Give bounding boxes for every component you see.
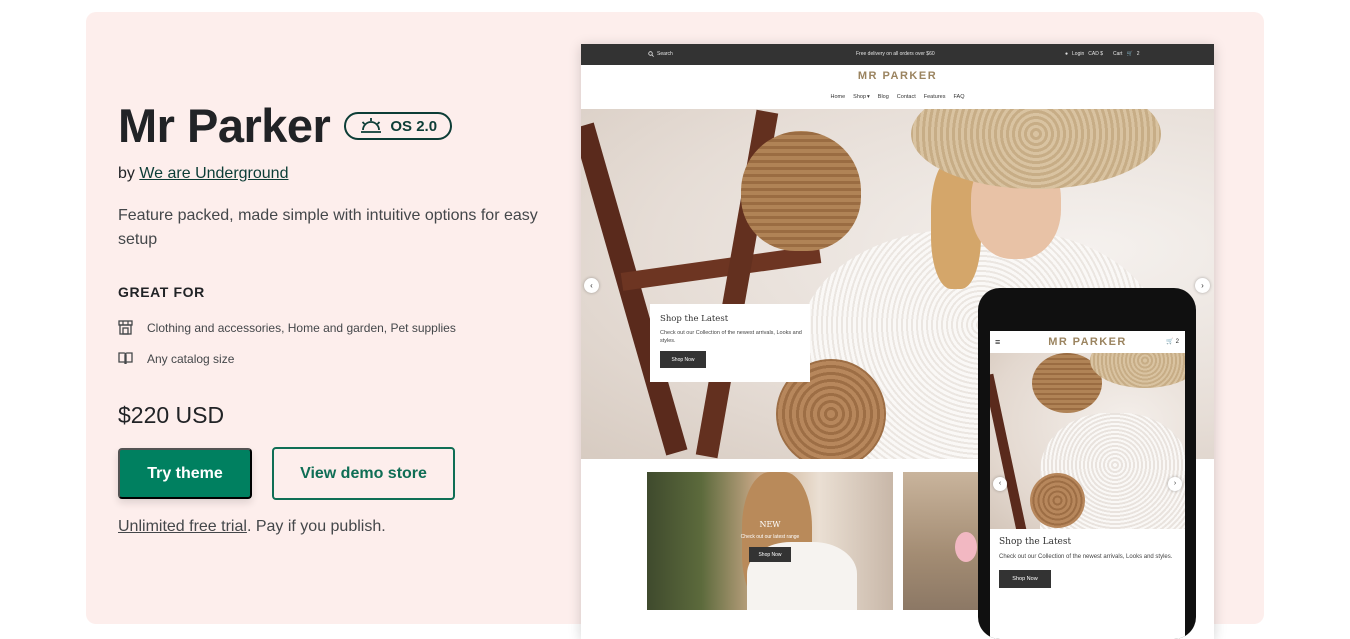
preview-nav-shop: Shop▾ (853, 94, 870, 100)
preview-search: Search (648, 51, 673, 57)
cart-icon: 🛒 (1166, 339, 1174, 345)
preview-hero-text: Check out our Collection of the newest a… (660, 330, 802, 344)
theme-price: $220 USD (118, 402, 225, 428)
mobile-cart: 🛒 2 (1166, 338, 1179, 346)
chevron-right-icon: › (1195, 278, 1210, 293)
preview-nav-features: Features (923, 94, 946, 100)
preview-shop-now-button: Shop Now (660, 351, 706, 368)
store-icon (118, 320, 133, 335)
search-icon (648, 51, 654, 57)
preview-tile-new: NEW Check out our latest range Shop Now (647, 472, 893, 610)
preview-nav: Home Shop▾ Blog Contact Features FAQ (581, 94, 1214, 100)
free-trial-link[interactable]: Unlimited free trial (118, 518, 247, 535)
feature-industries: Clothing and accessories, Home and garde… (118, 320, 456, 335)
try-theme-button[interactable]: Try theme (118, 448, 252, 499)
chevron-left-icon: ‹ (584, 278, 599, 293)
mobile-cart-count: 2 (1175, 338, 1179, 345)
feature-catalog-text: Any catalog size (147, 351, 235, 366)
preview-nav-home: Home (830, 94, 846, 100)
preview-nav-contact: Contact (896, 94, 916, 100)
os-badge: OS 2.0 (344, 112, 453, 140)
mobile-hero-text: Check out our Collection of the newest a… (999, 554, 1173, 560)
mobile-header: ≡ MR PARKER 🛒 2 (990, 331, 1185, 353)
preview-topbar: Search Free delivery on all orders over … (581, 44, 1214, 65)
chevron-down-icon: ▾ (867, 94, 870, 100)
preview-nav-faq: FAQ (953, 94, 965, 100)
user-icon: ● (1065, 51, 1069, 57)
mobile-hero-image: ‹ › (990, 353, 1185, 529)
mobile-hero-box: Shop the Latest Check out our Collection… (990, 529, 1185, 596)
sunrise-icon (361, 118, 382, 133)
feature-industries-text: Clothing and accessories, Home and garde… (147, 320, 456, 335)
mobile-hero-title: Shop the Latest (999, 537, 1072, 547)
mobile-preview[interactable]: ≡ MR PARKER 🛒 2 ‹ › Shop the Latest Chec… (978, 288, 1196, 639)
trial-note: Unlimited free trial. Pay if you publish… (118, 518, 386, 536)
preview-login: Login (1072, 51, 1085, 57)
feature-catalog: Any catalog size (118, 351, 234, 366)
author-link[interactable]: We are Underground (139, 165, 288, 182)
view-demo-store-button[interactable]: View demo store (272, 447, 455, 500)
mobile-screen: ≡ MR PARKER 🛒 2 ‹ › Shop the Latest Chec… (990, 331, 1185, 639)
trial-suffix: . Pay if you publish. (246, 518, 386, 535)
cart-icon: 🛒 (1126, 51, 1133, 57)
preview-cart-count: 2 (1136, 51, 1140, 57)
byline: by We are Underground (118, 165, 288, 183)
preview-promo: Free delivery on all orders over $60 (856, 51, 935, 57)
chevron-right-icon: › (1168, 477, 1182, 491)
mobile-logo: MR PARKER (1048, 336, 1127, 348)
preview-nav-blog: Blog (877, 94, 889, 100)
preview-search-label: Search (657, 51, 673, 57)
title-row: Mr Parker OS 2.0 (118, 98, 453, 154)
os-badge-label: OS 2.0 (390, 117, 438, 135)
theme-description: Feature packed, made simple with intuiti… (118, 207, 538, 248)
byline-prefix: by (118, 165, 140, 182)
preview-cart: Cart (1113, 51, 1123, 57)
catalog-icon (118, 352, 133, 365)
preview-hero-box: Shop the Latest Check out our Collection… (650, 304, 810, 382)
mobile-shop-now-button: Shop Now (999, 570, 1051, 588)
preview-account: ● Login CAD $ Cart 🛒 2 (1065, 51, 1143, 57)
preview-hero-title: Shop the Latest (660, 314, 729, 324)
chevron-left-icon: ‹ (993, 477, 1007, 491)
preview-currency: CAD $ (1088, 51, 1103, 57)
theme-title: Mr Parker (118, 99, 331, 152)
preview-tile-subtitle: Check out our latest range (740, 534, 800, 540)
preview-tile-title: NEW (759, 520, 781, 529)
preview-tile-button: Shop Now (749, 547, 791, 562)
great-for-heading: GREAT FOR (118, 284, 205, 300)
preview-logo: MR PARKER (857, 70, 938, 82)
